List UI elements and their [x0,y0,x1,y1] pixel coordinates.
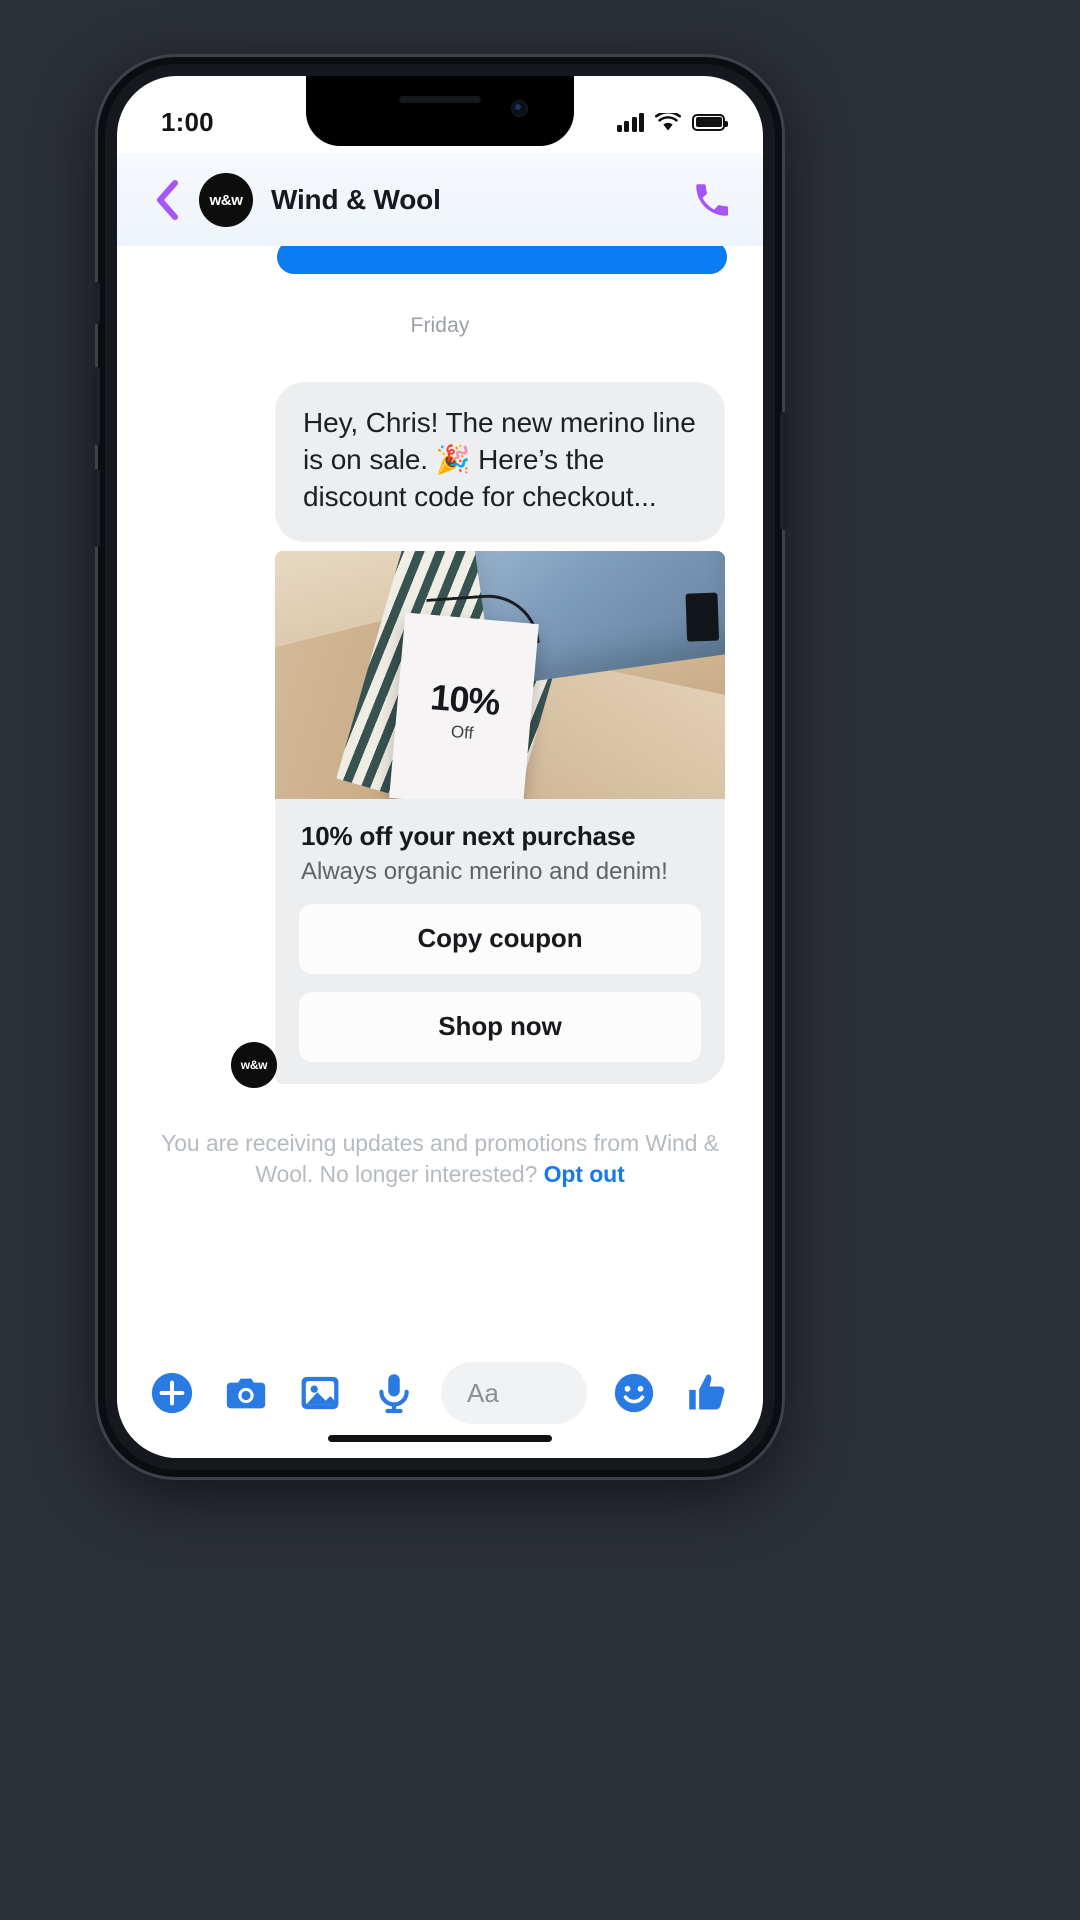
home-indicator[interactable] [328,1435,552,1442]
conversation-title: Wind & Wool [271,184,441,215]
chat-header: w&w Wind & Wool [117,154,763,246]
silence-switch[interactable] [94,282,100,324]
add-plus-icon[interactable] [145,1366,199,1420]
opt-out-link[interactable]: Opt out [544,1161,625,1187]
device-notch [306,76,574,146]
microphone-icon[interactable] [367,1366,421,1420]
promo-title: 10% off your next purchase [301,820,636,851]
volume-up-button[interactable] [93,367,100,445]
cellular-signal-icon [616,112,644,132]
shop-now-button[interactable]: Shop now [299,991,701,1062]
incoming-message-row: Hey, Chris! The new merino line is on sa… [117,382,763,542]
optout-notice: You are receiving updates and promotions… [161,1128,719,1191]
power-button[interactable] [780,412,787,530]
wifi-icon [655,112,681,130]
phone-screen: 1:00 w&w Wind & Wool Friday Hey, Chris! … [117,76,763,1458]
status-icon-group [616,112,728,132]
volume-down-button[interactable] [93,469,100,547]
day-divider: Friday [410,314,470,337]
tag-percent-text: 10% [428,675,501,723]
copy-coupon-button[interactable]: Copy coupon [299,903,701,974]
message-input-placeholder: Aa [467,1377,499,1408]
promo-image: 10% Off [275,550,725,799]
phone-call-icon[interactable] [691,179,733,221]
incoming-message-bubble[interactable]: Hey, Chris! The new merino line is on sa… [275,382,725,542]
status-time: 1:00 [161,106,214,137]
promo-card[interactable]: 10% Off 10% off your next purchase Alway… [275,550,725,1084]
battery-full-icon [692,113,728,131]
conversation-avatar[interactable]: w&w [199,173,253,227]
sender-avatar[interactable]: w&w [231,1041,277,1088]
tag-off-text: Off [449,721,474,743]
earpiece-speaker [399,96,481,103]
front-camera-icon [511,100,528,117]
camera-icon[interactable] [219,1366,273,1420]
avatar-initials: w&w [209,191,243,209]
sender-avatar-initials: w&w [240,1057,268,1072]
promo-subtitle: Always organic merino and denim! [301,857,668,885]
promo-card-wrapper: 10% Off 10% off your next purchase Alway… [117,550,763,1088]
emoji-smiley-icon[interactable] [607,1366,661,1420]
back-chevron-icon[interactable] [145,178,189,222]
optout-text: You are receiving updates and promotions… [161,1129,719,1188]
discount-price-tag: 10% Off [388,612,539,799]
message-input[interactable]: Aa [441,1362,587,1424]
phone-device-frame: 1:00 w&w Wind & Wool Friday Hey, Chris! … [93,57,787,1477]
previous-outgoing-bubble [277,246,727,274]
photo-gallery-icon[interactable] [293,1366,347,1420]
thumbs-up-icon[interactable] [681,1366,735,1420]
message-thread[interactable]: Friday Hey, Chris! The new merino line i… [117,246,763,1328]
